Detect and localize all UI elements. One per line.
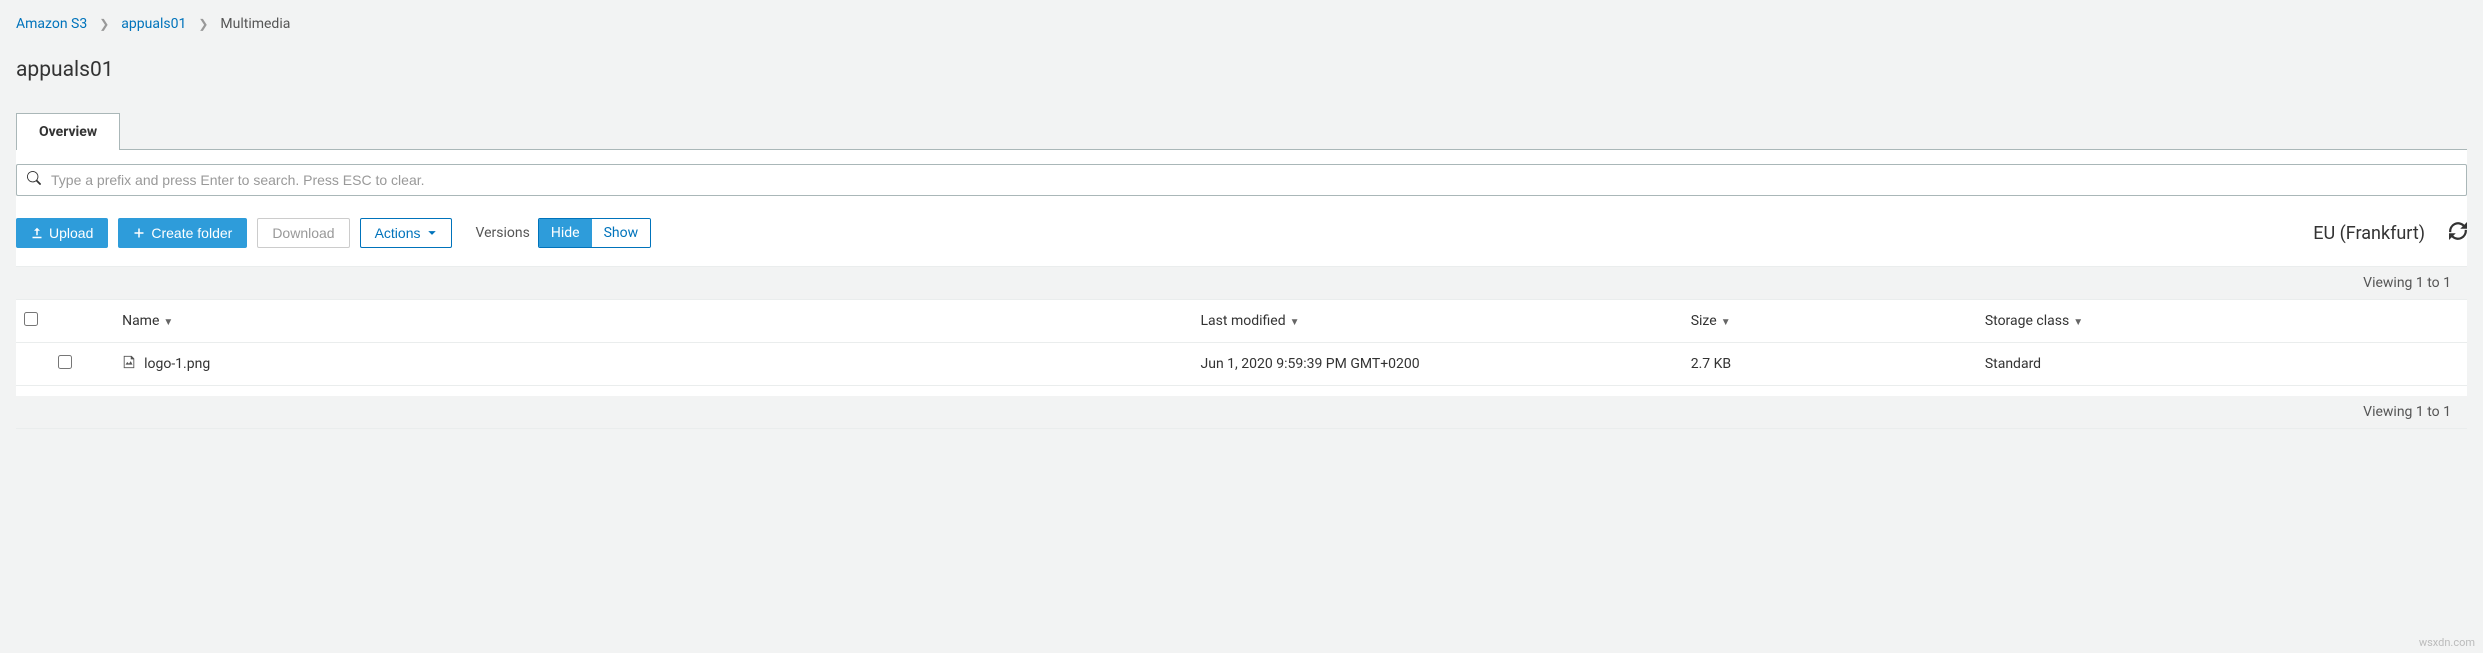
chevron-down-icon	[427, 228, 437, 238]
header-size[interactable]: Size ▼	[1683, 300, 1977, 343]
versions-show[interactable]: Show	[592, 219, 651, 247]
object-table: Name ▼ Last modified ▼ Size ▼ Storage class…	[16, 300, 2467, 386]
chevron-right-icon: ❯	[198, 17, 208, 31]
file-storage-class: Standard	[1977, 343, 2467, 386]
search-box[interactable]	[16, 164, 2467, 196]
watermark: wsxdn.com	[2419, 636, 2475, 649]
search-input[interactable]	[51, 172, 2456, 188]
header-name-label: Name	[122, 313, 159, 329]
page-title: appuals01	[16, 58, 2467, 82]
viewing-bottom: Viewing 1 to 1	[16, 396, 2467, 429]
upload-button[interactable]: Upload	[16, 218, 108, 248]
upload-label: Upload	[49, 225, 93, 241]
sort-icon: ▼	[1721, 317, 1731, 328]
header-storage-class-label: Storage class	[1985, 313, 2069, 329]
sort-icon: ▼	[2073, 317, 2083, 328]
header-storage-class[interactable]: Storage class ▼	[1977, 300, 2467, 343]
file-name: logo-1.png	[144, 356, 210, 372]
versions-toggle[interactable]: Hide Show	[538, 218, 651, 248]
header-last-modified-label: Last modified	[1201, 313, 1286, 329]
header-checkbox-cell	[16, 300, 114, 343]
plus-icon	[133, 227, 145, 239]
download-button: Download	[257, 218, 349, 248]
versions-group: Versions Hide Show	[476, 218, 652, 248]
versions-hide[interactable]: Hide	[539, 219, 592, 247]
breadcrumb-root-link[interactable]: Amazon S3	[16, 16, 87, 32]
toolbar: Upload Create folder Download Actions Ve…	[16, 210, 2467, 266]
sort-icon: ▼	[163, 317, 173, 328]
tab-overview[interactable]: Overview	[16, 113, 120, 150]
header-name[interactable]: Name ▼	[114, 300, 1192, 343]
breadcrumb-bucket-link[interactable]: appuals01	[121, 16, 186, 32]
breadcrumb-current: Multimedia	[220, 16, 290, 32]
select-all-checkbox[interactable]	[24, 312, 38, 326]
chevron-right-icon: ❯	[99, 17, 109, 31]
create-folder-button[interactable]: Create folder	[118, 218, 247, 248]
viewing-top: Viewing 1 to 1	[16, 266, 2467, 300]
versions-label: Versions	[476, 225, 530, 241]
create-folder-label: Create folder	[151, 225, 232, 241]
sort-icon: ▼	[1290, 317, 1300, 328]
download-label: Download	[272, 225, 334, 241]
file-image-icon	[122, 355, 136, 373]
header-size-label: Size	[1691, 313, 1717, 329]
tabs-row: Overview	[16, 112, 2467, 150]
row-checkbox[interactable]	[58, 355, 72, 369]
upload-icon	[31, 227, 43, 239]
breadcrumb: Amazon S3 ❯ appuals01 ❯ Multimedia	[16, 0, 2467, 48]
actions-button[interactable]: Actions	[360, 218, 452, 248]
region-label: EU (Frankfurt)	[2313, 223, 2425, 244]
file-last-modified: Jun 1, 2020 9:59:39 PM GMT+0200	[1193, 343, 1683, 386]
file-size: 2.7 KB	[1683, 343, 1977, 386]
header-last-modified[interactable]: Last modified ▼	[1193, 300, 1683, 343]
table-row[interactable]: logo-1.png Jun 1, 2020 9:59:39 PM GMT+02…	[16, 343, 2467, 386]
actions-label: Actions	[375, 225, 421, 241]
search-icon	[27, 171, 41, 189]
refresh-icon[interactable]	[2449, 222, 2467, 244]
